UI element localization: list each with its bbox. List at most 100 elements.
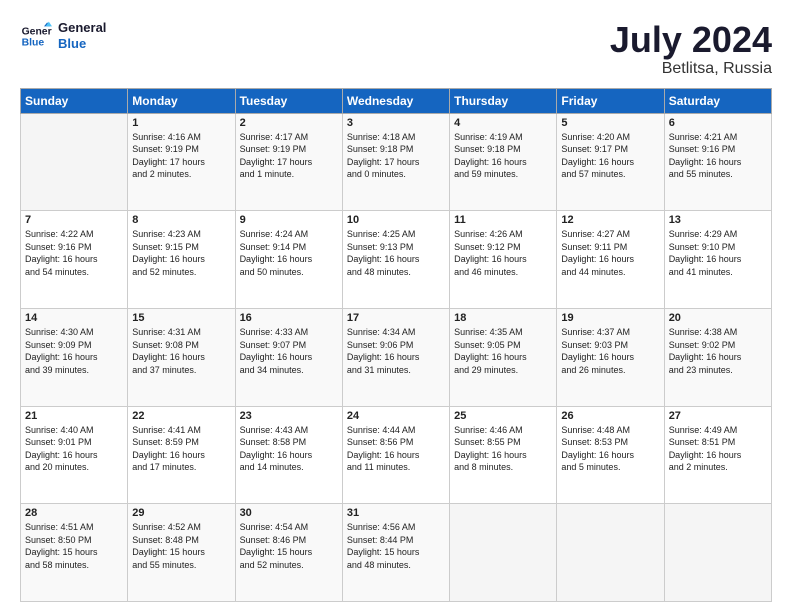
day-number: 24 — [347, 410, 445, 422]
calendar-cell: 7Sunrise: 4:22 AM Sunset: 9:16 PM Daylig… — [21, 211, 128, 309]
calendar-cell — [450, 504, 557, 602]
day-info: Sunrise: 4:20 AM Sunset: 9:17 PM Dayligh… — [561, 131, 659, 181]
day-number: 4 — [454, 117, 552, 129]
month-title: July 2024 — [610, 20, 772, 60]
calendar-cell: 27Sunrise: 4:49 AM Sunset: 8:51 PM Dayli… — [664, 406, 771, 504]
calendar-cell — [21, 113, 128, 211]
col-sunday: Sunday — [21, 88, 128, 113]
calendar-cell: 19 Sunrise: 4:37 AM Sunset: 9:03 PM Dayli… — [557, 308, 664, 406]
logo-icon: General Blue — [20, 20, 52, 52]
day-info: Sunrise: 4:44 AM Sunset: 8:56 PM Dayligh… — [347, 424, 445, 474]
day-number: 15 — [132, 312, 230, 324]
day-number: 8 — [132, 214, 230, 226]
day-number: 28 — [25, 507, 123, 519]
day-number: 3 — [347, 117, 445, 129]
day-info: Sunrise: 4:56 AM Sunset: 8:44 PM Dayligh… — [347, 521, 445, 571]
calendar-cell: 21Sunrise: 4:40 AM Sunset: 9:01 PM Dayli… — [21, 406, 128, 504]
calendar-cell: 24 Sunrise: 4:44 AM Sunset: 8:56 PM Dayli… — [342, 406, 449, 504]
calendar-cell: 18Sunrise: 4:35 AM Sunset: 9:05 PM Dayli… — [450, 308, 557, 406]
day-info: Sunrise: 4:37 AM Sunset: 9:03 PM Dayligh… — [561, 326, 659, 376]
day-info: Sunrise: 4:33 AM Sunset: 9:07 PM Dayligh… — [240, 326, 338, 376]
calendar-cell: 17 Sunrise: 4:34 AM Sunset: 9:06 PM Dayli… — [342, 308, 449, 406]
calendar-cell: 26 Sunrise: 4:48 AM Sunset: 8:53 PM Dayli… — [557, 406, 664, 504]
day-number: 21 — [25, 410, 123, 422]
day-info: Sunrise: 4:22 AM Sunset: 9:16 PM Dayligh… — [25, 228, 123, 278]
calendar-cell: 25Sunrise: 4:46 AM Sunset: 8:55 PM Dayli… — [450, 406, 557, 504]
day-info: Sunrise: 4:51 AM Sunset: 8:50 PM Dayligh… — [25, 521, 123, 571]
col-saturday: Saturday — [664, 88, 771, 113]
day-info: Sunrise: 4:41 AM Sunset: 8:59 PM Dayligh… — [132, 424, 230, 474]
day-number: 13 — [669, 214, 767, 226]
calendar-cell: 9Sunrise: 4:24 AM Sunset: 9:14 PM Daylig… — [235, 211, 342, 309]
col-thursday: Thursday — [450, 88, 557, 113]
calendar-cell: 11 Sunrise: 4:26 AM Sunset: 9:12 PM Dayli… — [450, 211, 557, 309]
day-number: 18 — [454, 312, 552, 324]
svg-text:General: General — [22, 26, 52, 37]
calendar-cell: 16 Sunrise: 4:33 AM Sunset: 9:07 PM Dayli… — [235, 308, 342, 406]
day-info: Sunrise: 4:38 AM Sunset: 9:02 PM Dayligh… — [669, 326, 767, 376]
day-info: Sunrise: 4:26 AM Sunset: 9:12 PM Dayligh… — [454, 228, 552, 278]
day-info: Sunrise: 4:17 AM Sunset: 9:19 PM Dayligh… — [240, 131, 338, 181]
calendar-header-row: Sunday Monday Tuesday Wednesday Thursday… — [21, 88, 772, 113]
day-number: 9 — [240, 214, 338, 226]
day-info: Sunrise: 4:25 AM Sunset: 9:13 PM Dayligh… — [347, 228, 445, 278]
day-number: 5 — [561, 117, 659, 129]
day-number: 22 — [132, 410, 230, 422]
day-info: Sunrise: 4:21 AM Sunset: 9:16 PM Dayligh… — [669, 131, 767, 181]
calendar-cell: 13 Sunrise: 4:29 AM Sunset: 9:10 PM Dayli… — [664, 211, 771, 309]
day-info: Sunrise: 4:43 AM Sunset: 8:58 PM Dayligh… — [240, 424, 338, 474]
day-number: 17 — [347, 312, 445, 324]
day-info: Sunrise: 4:49 AM Sunset: 8:51 PM Dayligh… — [669, 424, 767, 474]
calendar-cell: 4Sunrise: 4:19 AM Sunset: 9:18 PM Daylig… — [450, 113, 557, 211]
day-info: Sunrise: 4:34 AM Sunset: 9:06 PM Dayligh… — [347, 326, 445, 376]
calendar-cell: 30Sunrise: 4:54 AM Sunset: 8:46 PM Dayli… — [235, 504, 342, 602]
calendar-cell: 6 Sunrise: 4:21 AM Sunset: 9:16 PM Daylig… — [664, 113, 771, 211]
day-number: 11 — [454, 214, 552, 226]
day-info: Sunrise: 4:23 AM Sunset: 9:15 PM Dayligh… — [132, 228, 230, 278]
svg-text:Blue: Blue — [22, 38, 45, 49]
day-number: 6 — [669, 117, 767, 129]
calendar: Sunday Monday Tuesday Wednesday Thursday… — [20, 88, 772, 602]
day-number: 19 — [561, 312, 659, 324]
week-row-1: 7Sunrise: 4:22 AM Sunset: 9:16 PM Daylig… — [21, 211, 772, 309]
calendar-cell: 31Sunrise: 4:56 AM Sunset: 8:44 PM Dayli… — [342, 504, 449, 602]
week-row-2: 14 Sunrise: 4:30 AM Sunset: 9:09 PM Dayli… — [21, 308, 772, 406]
day-info: Sunrise: 4:18 AM Sunset: 9:18 PM Dayligh… — [347, 131, 445, 181]
calendar-cell: 23 Sunrise: 4:43 AM Sunset: 8:58 PM Dayli… — [235, 406, 342, 504]
day-number: 10 — [347, 214, 445, 226]
day-info: Sunrise: 4:31 AM Sunset: 9:08 PM Dayligh… — [132, 326, 230, 376]
logo: General Blue General Blue — [20, 20, 106, 52]
day-number: 14 — [25, 312, 123, 324]
day-number: 30 — [240, 507, 338, 519]
calendar-cell — [557, 504, 664, 602]
calendar-cell: 5 Sunrise: 4:20 AM Sunset: 9:17 PM Daylig… — [557, 113, 664, 211]
day-number: 23 — [240, 410, 338, 422]
week-row-0: 1Sunrise: 4:16 AM Sunset: 9:19 PM Daylig… — [21, 113, 772, 211]
calendar-cell: 20Sunrise: 4:38 AM Sunset: 9:02 PM Dayli… — [664, 308, 771, 406]
calendar-cell: 10 Sunrise: 4:25 AM Sunset: 9:13 PM Dayli… — [342, 211, 449, 309]
day-number: 26 — [561, 410, 659, 422]
day-number: 2 — [240, 117, 338, 129]
day-number: 29 — [132, 507, 230, 519]
day-info: Sunrise: 4:48 AM Sunset: 8:53 PM Dayligh… — [561, 424, 659, 474]
week-row-4: 28 Sunrise: 4:51 AM Sunset: 8:50 PM Dayli… — [21, 504, 772, 602]
day-number: 16 — [240, 312, 338, 324]
day-info: Sunrise: 4:29 AM Sunset: 9:10 PM Dayligh… — [669, 228, 767, 278]
calendar-cell: 14 Sunrise: 4:30 AM Sunset: 9:09 PM Dayli… — [21, 308, 128, 406]
title-block: July 2024 Betlitsa, Russia — [610, 20, 772, 78]
calendar-cell: 15 Sunrise: 4:31 AM Sunset: 9:08 PM Dayli… — [128, 308, 235, 406]
calendar-cell: 28 Sunrise: 4:51 AM Sunset: 8:50 PM Dayli… — [21, 504, 128, 602]
calendar-cell — [664, 504, 771, 602]
calendar-cell: 1Sunrise: 4:16 AM Sunset: 9:19 PM Daylig… — [128, 113, 235, 211]
calendar-cell: 2 Sunrise: 4:17 AM Sunset: 9:19 PM Daylig… — [235, 113, 342, 211]
day-number: 1 — [132, 117, 230, 129]
location-title: Betlitsa, Russia — [610, 60, 772, 78]
calendar-cell: 29Sunrise: 4:52 AM Sunset: 8:48 PM Dayli… — [128, 504, 235, 602]
header: General Blue General Blue July 2024 Betl… — [20, 20, 772, 78]
logo-line1: General — [58, 20, 106, 36]
col-monday: Monday — [128, 88, 235, 113]
day-number: 12 — [561, 214, 659, 226]
day-number: 25 — [454, 410, 552, 422]
page: General Blue General Blue July 2024 Betl… — [0, 0, 792, 612]
day-info: Sunrise: 4:30 AM Sunset: 9:09 PM Dayligh… — [25, 326, 123, 376]
